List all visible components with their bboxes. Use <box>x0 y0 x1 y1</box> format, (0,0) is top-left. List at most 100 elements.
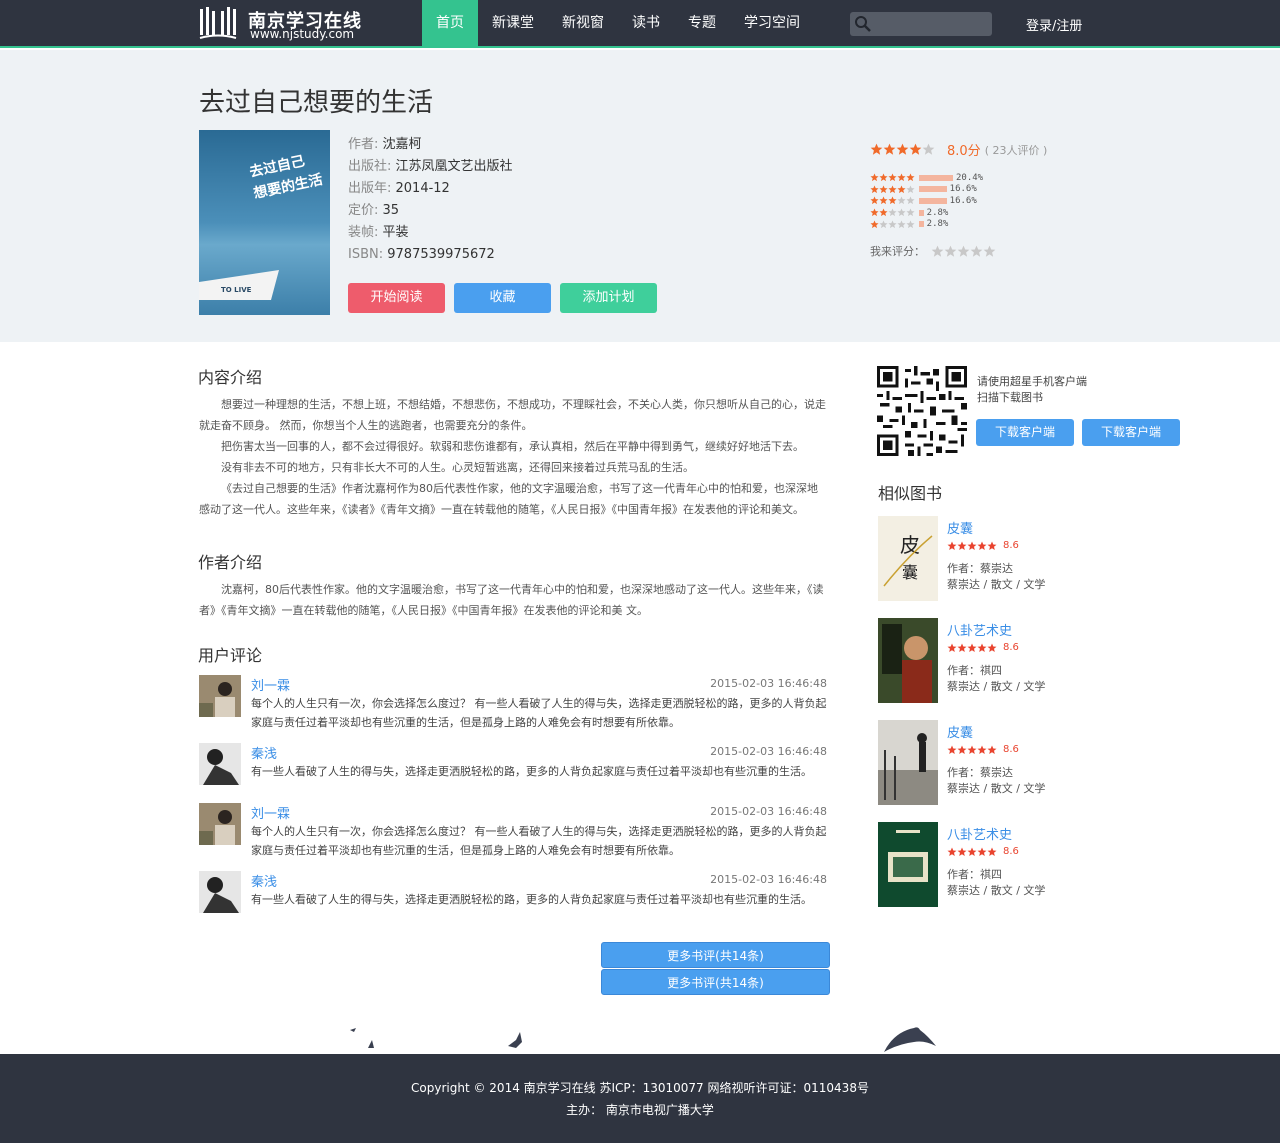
similar-book-title[interactable]: 皮囊 <box>947 722 973 741</box>
comment-item: 刘一霖 2015-02-03 16:46:48 每个人的人生只有一次，你会选择怎… <box>199 803 827 863</box>
similar-book-tags: 蔡崇达 / 散文 / 文学 <box>947 680 1046 693</box>
star-icon <box>879 196 888 205</box>
comment-time: 2015-02-03 16:46:48 <box>710 677 827 690</box>
search-icon[interactable] <box>854 15 872 33</box>
star-icon <box>879 173 888 182</box>
nav-reading[interactable]: 读书 <box>618 0 674 46</box>
star-icon <box>897 208 906 217</box>
nav-topics[interactable]: 专题 <box>674 0 730 46</box>
star-icon <box>967 847 977 856</box>
author-paragraph: 沈嘉柯，80后代表性作家。他的文字温暖治愈，书写了这一代青年心中的怕和爱，也深深… <box>199 583 824 617</box>
similar-book-title[interactable]: 八卦艺术史 <box>947 620 1012 639</box>
star-icon <box>906 220 915 228</box>
similar-books-heading: 相似图书 <box>878 484 943 503</box>
star-icon <box>967 541 977 550</box>
star-icon[interactable] <box>970 245 983 258</box>
author-text: 沈嘉柯，80后代表性作家。他的文字温暖治愈，书写了这一代青年心中的怕和爱，也深深… <box>199 579 827 621</box>
site-logo[interactable]: 南京学习在线 www.njstudy.com <box>198 5 368 43</box>
star-icon <box>888 208 897 217</box>
download-client-button[interactable]: 下载客户端 <box>1082 419 1180 446</box>
search-input[interactable] <box>876 14 988 34</box>
distribution-bar <box>919 209 924 216</box>
comment-time: 2015-02-03 16:46:48 <box>710 873 827 886</box>
similar-book-stars <box>947 643 997 653</box>
star-icon <box>870 185 879 193</box>
similar-book-stars <box>947 745 997 755</box>
user-avatar[interactable] <box>199 743 241 785</box>
similar-book-cover[interactable] <box>878 720 938 805</box>
similar-book-cover[interactable] <box>878 822 938 907</box>
star-icon <box>957 643 967 652</box>
nav-new-window[interactable]: 新视窗 <box>548 0 618 46</box>
similar-book-cover[interactable] <box>878 618 938 703</box>
star-icon[interactable] <box>983 245 996 258</box>
download-client-button[interactable]: 下载客户端 <box>976 419 1074 446</box>
book-cover[interactable]: 去过自己 想要的生活 TO LIVE <box>199 130 330 315</box>
distribution-bar <box>919 221 924 228</box>
star-icon <box>896 143 909 155</box>
footer-copyright: Copyright © 2014 南京学习在线 苏ICP：13010077 网络… <box>411 1081 869 1095</box>
star-icon <box>947 745 957 754</box>
similar-book-rating: 8.6 <box>947 846 1019 857</box>
star-icon[interactable] <box>931 245 944 258</box>
similar-book-stars <box>947 847 997 857</box>
comment-username[interactable]: 刘一霖 <box>251 803 290 822</box>
similar-book-item: 皮囊 皮囊 8.6 作者：蔡崇达 蔡崇达 / 散文 / 文学 <box>878 516 1178 606</box>
my-rating-label: 我来评分： <box>870 245 925 258</box>
star-icon <box>977 847 987 856</box>
intro-text: 想要过一种理想的生活，不想上班，不想结婚，不想悲伤，不想成功，不理睬社会，不关心… <box>199 394 827 520</box>
star-icon <box>897 220 906 228</box>
star-icon <box>977 643 987 652</box>
similar-book-title[interactable]: 八卦艺术史 <box>947 824 1012 843</box>
comment-text: 有一些人看破了人生的得与失，选择走更洒脱轻松的路，更多的人背负起家庭与责任过着平… <box>251 893 812 906</box>
distribution-stars <box>870 185 916 194</box>
intro-paragraph: 《去过自己想要的生活》作者沈嘉柯作为80后代表性作家，他的文字温暖治愈，书写了这… <box>199 482 818 516</box>
star-icon <box>870 220 879 228</box>
distribution-stars <box>870 220 916 229</box>
similar-book-cover[interactable]: 皮囊 <box>878 516 938 601</box>
distribution-percent: 16.6% <box>949 195 977 206</box>
star-icon <box>987 847 997 856</box>
login-register-link[interactable]: 登录/注册 <box>1026 15 1082 34</box>
similar-book-rating: 8.6 <box>947 744 1019 755</box>
nav-study-space[interactable]: 学习空间 <box>730 0 814 46</box>
star-icon[interactable] <box>944 245 957 258</box>
star-icon <box>888 173 897 182</box>
favorite-button[interactable]: 收藏 <box>454 283 551 313</box>
start-reading-button[interactable]: 开始阅读 <box>348 283 445 313</box>
main-nav: 首页 新课堂 新视窗 读书 专题 学习空间 <box>422 0 814 46</box>
user-avatar[interactable] <box>199 803 241 845</box>
star-icon <box>888 185 897 193</box>
rating-distribution-row: 16.6% <box>870 195 983 207</box>
my-rating-stars[interactable] <box>931 245 996 258</box>
search-box <box>850 12 992 36</box>
star-icon <box>870 143 883 155</box>
distribution-bar <box>919 186 947 193</box>
more-reviews-button[interactable]: 更多书评(共14条) <box>601 942 830 968</box>
rating-score: 8.0分 <box>947 144 981 159</box>
footer-organizer: 主办： 南京市电视广播大学 <box>566 1103 714 1117</box>
user-avatar[interactable] <box>199 871 241 913</box>
meta-publisher: 出版社: 江苏凤凰文艺出版社 <box>348 159 513 174</box>
nav-new-classroom[interactable]: 新课堂 <box>478 0 548 46</box>
meta-price: 定价: 35 <box>348 203 400 218</box>
book-info-panel: 去过自己想要的生活 去过自己 想要的生活 TO LIVE 作者: 沈嘉柯 出版社… <box>0 50 1280 342</box>
star-icon[interactable] <box>957 245 970 258</box>
similar-book-stars <box>947 541 997 551</box>
comment-username[interactable]: 秦浅 <box>251 871 277 890</box>
add-plan-button[interactable]: 添加计划 <box>560 283 657 313</box>
rating-distribution-row: 2.8% <box>870 207 983 219</box>
similar-book-tags: 蔡崇达 / 散文 / 文学 <box>947 782 1046 795</box>
comment-username[interactable]: 刘一霖 <box>251 675 290 694</box>
similar-book-title[interactable]: 皮囊 <box>947 518 973 537</box>
user-avatar[interactable] <box>199 675 241 717</box>
nav-home[interactable]: 首页 <box>422 0 478 46</box>
comment-item: 秦浅 2015-02-03 16:46:48 有一些人看破了人生的得与失，选择走… <box>199 871 827 917</box>
distribution-stars <box>870 173 916 182</box>
distribution-percent: 2.8% <box>926 219 949 230</box>
star-icon <box>967 745 977 754</box>
intro-paragraph: 把伤害太当一回事的人，都不会过得很好。软弱和悲伤谁都有，承认真相，然后在平静中得… <box>221 440 804 453</box>
star-icon <box>906 185 915 193</box>
more-reviews-button[interactable]: 更多书评(共14条) <box>601 969 830 995</box>
comment-username[interactable]: 秦浅 <box>251 743 277 762</box>
